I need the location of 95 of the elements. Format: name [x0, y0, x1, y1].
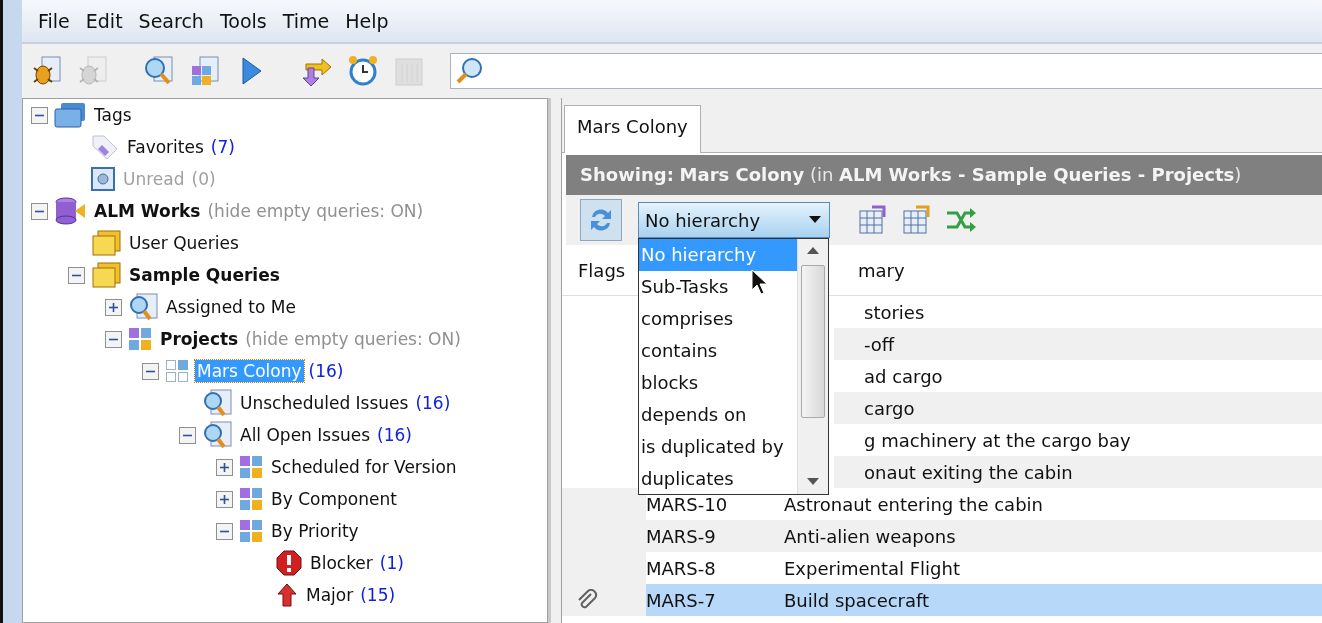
dropdown-option[interactable]: depends on: [639, 399, 797, 431]
column-header[interactable]: mary: [858, 259, 905, 281]
table-row[interactable]: -off: [834, 328, 1322, 360]
search-document-icon: [127, 292, 159, 322]
search-document-icon: [201, 388, 233, 418]
scroll-down-icon[interactable]: [807, 478, 819, 486]
table-cell-text: ad cargo: [863, 365, 943, 387]
table-cell-text: cargo: [863, 397, 915, 419]
tab[interactable]: Mars Colony: [564, 105, 701, 153]
tree-item[interactable]: By Priority: [269, 520, 361, 542]
table-row[interactable]: cargo: [834, 392, 1322, 424]
tree-item[interactable]: Sample Queries: [127, 264, 282, 286]
folder-icon: [90, 229, 122, 257]
tree-item[interactable]: Projects: [158, 328, 241, 350]
tree-item[interactable]: Tags: [92, 104, 134, 126]
expand-icon[interactable]: [216, 490, 233, 508]
tree-item[interactable]: Assigned to Me: [164, 296, 298, 318]
count-label: (16): [308, 361, 344, 381]
tree-item[interactable]: By Component: [269, 488, 399, 510]
grid-icon: [238, 454, 264, 480]
note-label: (hide empty queries: ON): [245, 329, 461, 349]
collapse-icon[interactable]: [68, 266, 85, 284]
unread-icon: [90, 166, 116, 192]
folder-icon: [53, 101, 87, 129]
menu-item[interactable]: Edit: [77, 10, 131, 32]
dropdown-option[interactable]: Sub-Tasks: [639, 271, 797, 303]
menu-item[interactable]: Time: [274, 10, 338, 32]
table-row[interactable]: stories: [834, 296, 1322, 328]
table-cell: Anti-alien weapons: [784, 525, 956, 547]
menu-item[interactable]: Help: [337, 10, 397, 32]
table-row[interactable]: g machinery at the cargo bay: [834, 424, 1322, 456]
header-text: Showing: Mars Colony (in ALM Works - Sample Queries - Projects): [566, 155, 1322, 195]
tree-item[interactable]: Unscheduled Issues: [238, 392, 411, 414]
tree-item[interactable]: Favorites: [125, 136, 206, 158]
scrollbar[interactable]: [797, 239, 828, 494]
table-cell-text: stories: [863, 301, 925, 323]
collapse-icon[interactable]: [179, 426, 196, 444]
table-cell-text: -off: [863, 333, 895, 355]
dropdown-option[interactable]: is duplicated by: [639, 431, 797, 463]
count-label: (0): [191, 169, 216, 189]
alarm-clock-icon[interactable]: [346, 54, 380, 88]
grid-icon: [164, 358, 190, 384]
dropdown-option[interactable]: contains: [639, 335, 797, 367]
table-cell: Astronaut entering the cabin: [784, 493, 1043, 515]
table-row[interactable]: onaut exiting the cabin: [834, 456, 1322, 488]
collapse-icon[interactable]: [31, 202, 48, 220]
tree-item[interactable]: All Open Issues: [238, 424, 373, 446]
search-document-icon: [201, 420, 233, 450]
table-cell-text: MARS-10: [646, 493, 729, 515]
grid-icon: [127, 326, 153, 352]
table-row[interactable]: ad cargo: [834, 360, 1322, 392]
pointer-cursor-icon: [751, 269, 767, 295]
table-cell-text: MARS-9: [646, 525, 717, 547]
collapse-icon[interactable]: [31, 106, 48, 124]
tree-item[interactable]: Scheduled for Version: [269, 456, 459, 478]
collapse-icon[interactable]: [105, 330, 122, 348]
count-label: (15): [360, 585, 396, 605]
search-icon: [455, 56, 485, 86]
menu-item[interactable]: File: [30, 10, 78, 32]
count-label: (16): [377, 425, 412, 445]
table-row[interactable]: MARS-8 Experimental Flight: [562, 552, 1322, 584]
grid-icon: [238, 518, 264, 544]
tree-item[interactable]: Major: [304, 584, 356, 606]
table-cell-text: MARS-7: [646, 589, 717, 611]
hierarchy-dropdown[interactable]: No hierarchy: [638, 202, 830, 238]
scroll-up-icon[interactable]: [807, 247, 819, 255]
expand-icon[interactable]: [216, 458, 233, 476]
grid-icon: [238, 486, 264, 512]
collapse-icon[interactable]: [142, 362, 159, 380]
tree-item[interactable]: Blocker: [308, 552, 375, 574]
folder-icon: [90, 261, 122, 289]
expand-icon[interactable]: [105, 298, 122, 316]
table-cell: Experimental Flight: [784, 557, 960, 579]
count-label: (1): [379, 553, 404, 573]
tree-item[interactable]: User Queries: [127, 232, 241, 254]
warning-icon: [275, 549, 303, 577]
dropdown-option[interactable]: comprises: [639, 303, 797, 335]
menu-item[interactable]: Tools: [211, 10, 275, 32]
count-label: (16): [415, 393, 451, 413]
note-label: (hide empty queries: ON): [207, 201, 424, 221]
up-arrow-icon: [275, 582, 299, 608]
menu-item[interactable]: Search: [130, 10, 212, 32]
database-icon: [53, 196, 87, 226]
tag-icon: [90, 133, 120, 161]
collapse-icon[interactable]: [216, 522, 233, 540]
table-row[interactable]: MARS-7 Build spacecraft: [562, 584, 1322, 616]
table-cell-text: onaut exiting the cabin: [863, 461, 1073, 483]
caret-icon: [809, 216, 821, 224]
count-label: (7): [210, 137, 235, 157]
table-cell: Build spacecraft: [784, 589, 930, 611]
table-cell-text: MARS-8: [646, 557, 717, 579]
search-field[interactable]: [450, 53, 1322, 89]
table-cell-text: g machinery at the cargo bay: [863, 429, 1131, 451]
dropdown-option[interactable]: blocks: [639, 367, 797, 399]
tree-item[interactable]: ALM Works: [92, 200, 203, 222]
